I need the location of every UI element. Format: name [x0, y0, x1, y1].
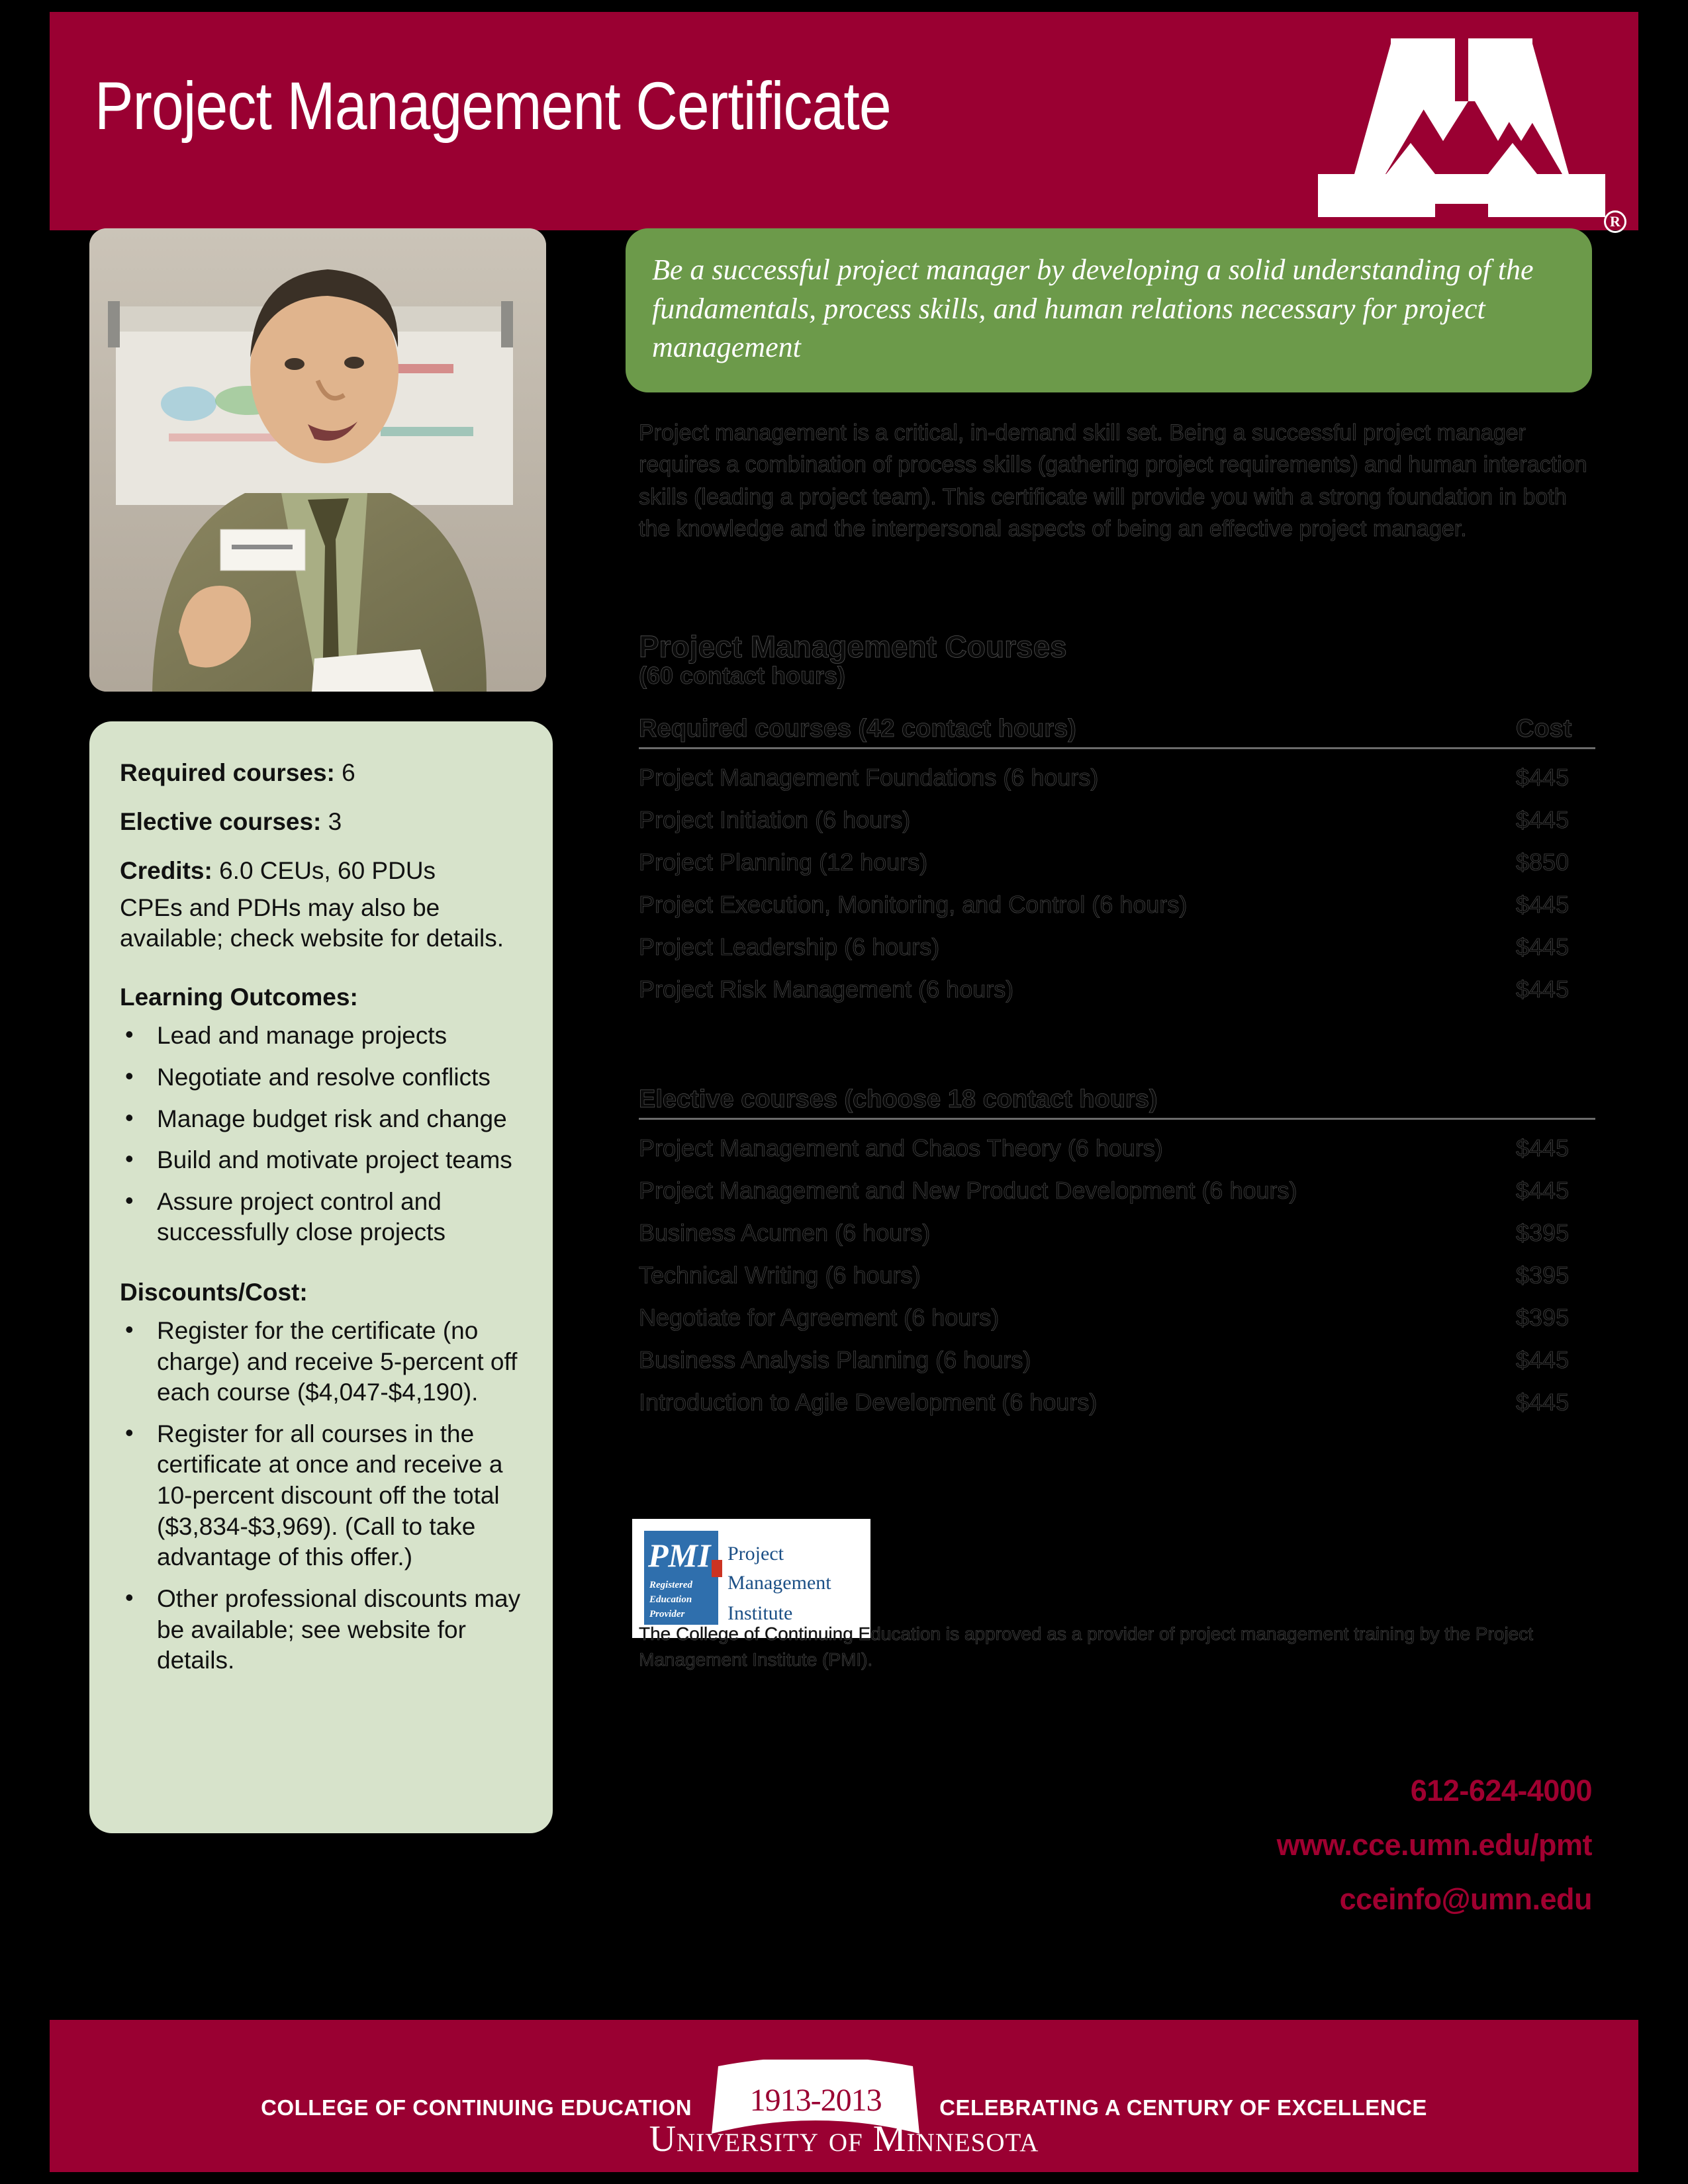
course-cost: $445	[1516, 891, 1570, 919]
umn-block-m-logo	[1313, 38, 1611, 217]
table-row: Project Management Foundations (6 hours)…	[639, 749, 1595, 792]
website-link[interactable]: www.cce.umn.edu/pmt	[1277, 1828, 1593, 1862]
course-name: Project Risk Management (6 hours)	[639, 976, 1014, 1003]
learning-outcomes-list: Lead and manage projects Negotiate and r…	[120, 1019, 522, 1248]
course-cost: $395	[1516, 1219, 1570, 1247]
table-row: Project Planning (12 hours) $850	[639, 834, 1595, 876]
email-link[interactable]: cceinfo@umn.edu	[1277, 1882, 1593, 1917]
course-cost: $395	[1516, 1304, 1570, 1332]
credits-label: Credits:	[120, 856, 212, 884]
list-item: Build and motivate project teams	[120, 1144, 522, 1176]
required-courses-line: Required courses: 6	[120, 758, 522, 788]
pmi-registered-education-provider-logo: PMI Registered Education Provider Projec…	[632, 1519, 870, 1638]
course-name: Project Management Foundations (6 hours)	[639, 764, 1099, 792]
details-sidebar: Required courses: 6 Elective courses: 3 …	[89, 721, 553, 1833]
course-cost: $445	[1516, 933, 1570, 961]
table-row: Negotiate for Agreement (6 hours) $395	[639, 1289, 1595, 1332]
header-banner: Project Management Certificate R	[50, 12, 1638, 233]
table-row: Project Initiation (6 hours) $445	[639, 792, 1595, 834]
svg-text:Project: Project	[727, 1543, 784, 1565]
table-row: Business Acumen (6 hours) $395	[639, 1205, 1595, 1247]
svg-text:Provider: Provider	[649, 1609, 684, 1619]
svg-text:PMI: PMI	[647, 1537, 712, 1574]
course-name: Project Planning (12 hours)	[639, 848, 928, 876]
course-name: Project Initiation (6 hours)	[639, 806, 911, 834]
courses-section-subtitle: (60 contact hours)	[639, 662, 846, 690]
credits-note: CPEs and PDHs may also be available; che…	[120, 893, 504, 952]
course-cost: $445	[1516, 806, 1570, 834]
registered-trademark-icon: R	[1604, 210, 1626, 233]
quote-text: Be a successful project manager by devel…	[652, 253, 1534, 364]
discounts-heading: Discounts/Cost:	[120, 1279, 308, 1306]
table-row: Project Management and Chaos Theory (6 h…	[639, 1120, 1595, 1162]
required-table-header: Required courses (42 contact hours) Cost	[639, 715, 1595, 749]
footer-left-text: COLLEGE OF CONTINUING EDUCATION	[261, 2095, 692, 2120]
required-courses-table: Required courses (42 contact hours) Cost…	[639, 715, 1595, 1003]
required-header-label: Required courses (42 contact hours)	[639, 715, 1077, 743]
svg-text:Management: Management	[727, 1572, 831, 1594]
elective-courses-table: Elective courses (choose 18 contact hour…	[639, 1085, 1595, 1416]
courses-section-title: Project Management Courses	[639, 629, 1068, 664]
course-cost: $445	[1516, 1177, 1570, 1205]
table-row: Project Execution, Monitoring, and Contr…	[639, 876, 1595, 919]
pmi-caption: The College of Continuing Education is a…	[639, 1623, 1534, 1670]
table-row: Business Analysis Planning (6 hours) $44…	[639, 1332, 1595, 1374]
course-name: Project Management and Chaos Theory (6 h…	[639, 1134, 1163, 1162]
credits-line: Credits: 6.0 CEUs, 60 PDUs	[120, 856, 522, 886]
course-cost: $395	[1516, 1261, 1570, 1289]
contact-block: 612-624-4000 www.cce.umn.edu/pmt cceinfo…	[1277, 1774, 1593, 1936]
course-cost: $445	[1516, 1388, 1570, 1416]
elective-courses-line: Elective courses: 3	[120, 807, 522, 837]
page-title: Project Management Certificate	[95, 68, 892, 144]
list-item: Manage budget risk and change	[120, 1103, 522, 1135]
list-item: Assure project control and successfully …	[120, 1185, 522, 1248]
elective-table-header: Elective courses (choose 18 contact hour…	[639, 1085, 1595, 1120]
course-name: Negotiate for Agreement (6 hours)	[639, 1304, 1000, 1332]
course-name: Project Execution, Monitoring, and Contr…	[639, 891, 1188, 919]
elective-courses-value: 3	[328, 807, 342, 835]
course-cost: $445	[1516, 976, 1570, 1003]
table-row: Project Risk Management (6 hours) $445	[639, 961, 1595, 1003]
list-item: Register for all courses in the certific…	[120, 1418, 522, 1573]
list-item: Negotiate and resolve conflicts	[120, 1061, 522, 1093]
footer-banner: COLLEGE OF CONTINUING EDUCATION 1913-201…	[50, 2020, 1638, 2172]
elective-header-label: Elective courses (choose 18 contact hour…	[639, 1085, 1158, 1114]
course-name: Project Leadership (6 hours)	[639, 933, 940, 961]
course-name: Project Management and New Product Devel…	[639, 1177, 1297, 1205]
table-row: Introduction to Agile Development (6 hou…	[639, 1374, 1595, 1416]
university-name: University of Minnesota	[649, 2118, 1039, 2160]
instructor-photo	[89, 228, 546, 692]
intro-paragraph: Project management is a critical, in-dem…	[639, 420, 1587, 541]
course-name: Business Analysis Planning (6 hours)	[639, 1346, 1031, 1374]
required-courses-value: 6	[342, 759, 355, 786]
list-item: Other professional discounts may be avai…	[120, 1582, 522, 1676]
course-cost: $445	[1516, 764, 1570, 792]
course-cost: $850	[1516, 848, 1570, 876]
quote-callout: Be a successful project manager by devel…	[626, 228, 1592, 392]
course-name: Introduction to Agile Development (6 hou…	[639, 1388, 1098, 1416]
table-row: Technical Writing (6 hours) $395	[639, 1247, 1595, 1289]
ribbon-years: 1913-2013	[749, 2083, 882, 2118]
required-courses-label: Required courses:	[120, 759, 335, 786]
course-name: Technical Writing (6 hours)	[639, 1261, 921, 1289]
svg-text:Registered: Registered	[649, 1580, 692, 1590]
discounts-list: Register for the certificate (no charge)…	[120, 1314, 522, 1676]
course-name: Business Acumen (6 hours)	[639, 1219, 931, 1247]
flyer-page: Project Management Certificate R Be a su…	[0, 0, 1688, 2184]
cost-column-header: Cost	[1516, 715, 1572, 743]
credits-value: 6.0 CEUs, 60 PDUs	[219, 856, 436, 884]
course-cost: $445	[1516, 1134, 1570, 1162]
footer-right-text: CELEBRATING A CENTURY OF EXCELLENCE	[939, 2095, 1427, 2120]
table-row: Project Leadership (6 hours) $445	[639, 919, 1595, 961]
svg-text:Education: Education	[649, 1594, 692, 1605]
learning-outcomes-heading: Learning Outcomes:	[120, 983, 358, 1011]
phone-number[interactable]: 612-624-4000	[1277, 1774, 1593, 1808]
elective-courses-label: Elective courses:	[120, 807, 322, 835]
table-row: Project Management and New Product Devel…	[639, 1162, 1595, 1205]
list-item: Register for the certificate (no charge)…	[120, 1314, 522, 1408]
list-item: Lead and manage projects	[120, 1019, 522, 1052]
course-cost: $445	[1516, 1346, 1570, 1374]
